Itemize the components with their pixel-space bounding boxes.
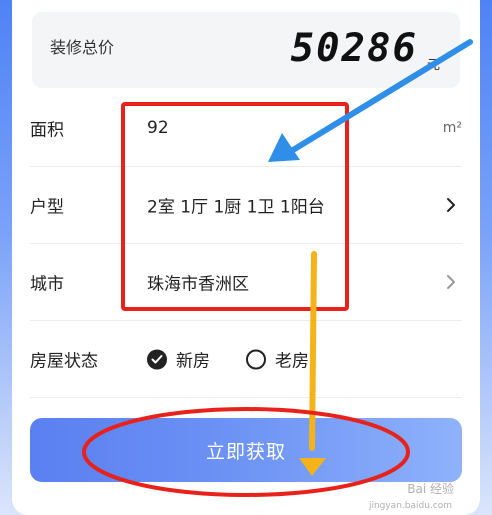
estimate-card: 装修总价 50286 元 面积 92 m² 户型 2室 1厅 1厨 1卫 1阳台…: [12, 0, 480, 515]
house-status-row: 房屋状态 新房 老房: [30, 321, 462, 398]
house-status-radio-group: 新房 老房: [147, 347, 345, 372]
area-unit: m²: [442, 120, 462, 136]
chevron-right-icon[interactable]: [446, 197, 456, 213]
chevron-right-icon[interactable]: [446, 274, 456, 290]
house-status-label: 房屋状态: [30, 351, 98, 372]
check-icon[interactable]: [147, 349, 167, 369]
layout-value[interactable]: 2室 1厅 1厨 1卫 1阳台: [147, 193, 325, 218]
radio-old-house-label: 老房: [275, 351, 309, 372]
layout-label: 户型: [30, 197, 64, 218]
get-quote-button[interactable]: 立即获取: [30, 418, 462, 482]
total-price-unit: 元: [426, 58, 440, 73]
area-input[interactable]: 92: [147, 118, 169, 138]
radio-new-house-label: 新房: [176, 351, 210, 372]
city-value[interactable]: 珠海市香洲区: [147, 270, 249, 295]
total-price-panel: 装修总价 50286 元: [32, 12, 460, 88]
total-price-value: 50286: [290, 26, 418, 71]
radio-new-house[interactable]: 新房: [147, 347, 210, 372]
radio-empty-icon[interactable]: [246, 349, 266, 369]
baidu-jingyan-watermark: Bai 经验: [407, 482, 454, 496]
city-row[interactable]: 城市 珠海市香洲区: [30, 244, 462, 321]
city-label: 城市: [30, 274, 64, 295]
total-price-label: 装修总价: [50, 38, 115, 57]
area-label: 面积: [30, 120, 64, 141]
watermark-url: jingyan.baidu.com: [368, 501, 452, 511]
layout-row[interactable]: 户型 2室 1厅 1厨 1卫 1阳台: [30, 167, 462, 244]
radio-old-house[interactable]: 老房: [246, 347, 309, 372]
area-row[interactable]: 面积 92 m²: [30, 90, 462, 167]
